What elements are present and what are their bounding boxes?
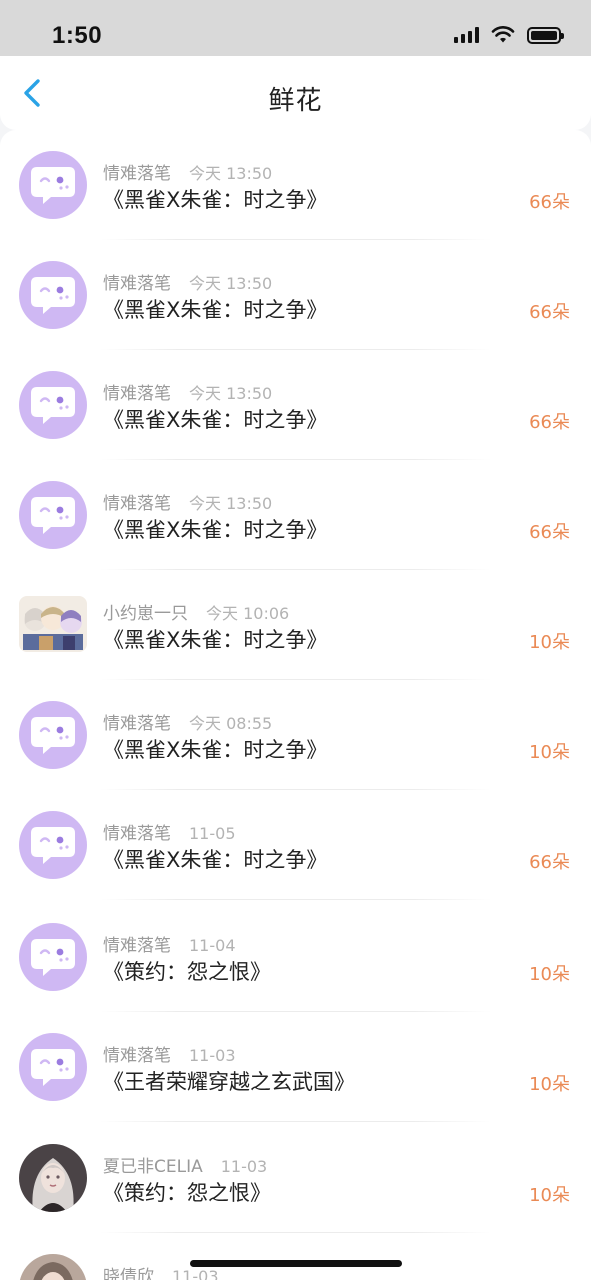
list-item[interactable]: 情难落笔 11-03 《王者荣耀穿越之玄武国》 10朵: [0, 1012, 591, 1122]
flower-count: 10朵: [529, 632, 570, 653]
book-title: 《黑雀Ⅹ朱雀：时之争》: [103, 188, 328, 212]
book-title: 《策约：怨之恨》: [103, 960, 271, 984]
send-time: 11-05: [189, 824, 236, 843]
default-chat-avatar-icon: [19, 151, 87, 219]
flower-count: 66朵: [529, 412, 570, 433]
book-title: 《黑雀Ⅹ朱雀：时之争》: [103, 298, 328, 322]
portrait-avatar-icon: [19, 1254, 87, 1280]
flower-gift-list[interactable]: 情难落笔 今天 13:50 《黑雀Ⅹ朱雀：时之争》 66朵 情难落笔 今天 13:5…: [0, 130, 591, 1280]
default-chat-avatar-icon: [19, 371, 87, 439]
flower-count: 66朵: [529, 522, 570, 543]
flower-count: 10朵: [529, 964, 570, 985]
send-time: 今天 13:50: [189, 384, 273, 403]
list-item[interactable]: 小约崽一只 今天 10:06 《黑雀Ⅹ朱雀：时之争》 10朵: [0, 570, 591, 680]
book-title: 《黑雀Ⅹ朱雀：时之争》: [103, 848, 328, 872]
default-chat-avatar-icon: [19, 1033, 87, 1101]
home-indicator[interactable]: [190, 1260, 402, 1267]
divider: [100, 1121, 491, 1122]
send-time: 今天 13:50: [189, 164, 273, 183]
girl-portrait-avatar-icon: [19, 1144, 87, 1212]
sender-name: 情难落笔 11-04: [103, 936, 236, 956]
status-icons: [454, 26, 564, 44]
book-title: 《策约：怨之恨》: [103, 1181, 271, 1205]
list-item[interactable]: 情难落笔 11-05 《黑雀Ⅹ朱雀：时之争》 66朵: [0, 790, 591, 900]
default-chat-avatar-icon: [19, 923, 87, 991]
send-time: 11-03: [220, 1157, 268, 1176]
list-item[interactable]: 情难落笔 今天 13:50 《黑雀Ⅹ朱雀：时之争》 66朵: [0, 460, 591, 570]
book-title: 《黑雀Ⅹ朱雀：时之争》: [103, 408, 328, 432]
list-item[interactable]: 情难落笔 今天 08:55 《黑雀Ⅹ朱雀：时之争》 10朵: [0, 680, 591, 790]
anime-group-avatar-icon: [19, 596, 87, 652]
list-item[interactable]: 情难落笔 今天 13:50 《黑雀Ⅹ朱雀：时之争》 66朵: [0, 240, 591, 350]
page-title: 鲜花: [268, 86, 323, 116]
send-time: 今天 08:55: [189, 714, 273, 733]
sender-name: 情难落笔 今天 13:50: [103, 384, 273, 404]
list-item[interactable]: 晓倩欣 11-03: [0, 1233, 591, 1280]
sender-name: 情难落笔 今天 13:50: [103, 274, 273, 294]
send-time: 11-03: [189, 1046, 236, 1065]
list-item[interactable]: 情难落笔 11-04 《策约：怨之恨》 10朵: [0, 902, 591, 1012]
default-chat-avatar-icon: [19, 811, 87, 879]
send-time: 11-03: [172, 1267, 219, 1280]
divider: [100, 899, 491, 900]
sender-name: 小约崽一只 今天 10:06: [103, 604, 290, 624]
send-time: 今天 13:50: [189, 494, 273, 513]
default-chat-avatar-icon: [19, 261, 87, 329]
wifi-icon: [491, 26, 515, 43]
list-item[interactable]: 情难落笔 今天 13:50 《黑雀Ⅹ朱雀：时之争》 66朵: [0, 350, 591, 460]
send-time: 今天 13:50: [189, 274, 273, 293]
send-time: 今天 10:06: [206, 604, 290, 623]
sender-name: 夏已非CELIA 11-03: [103, 1157, 268, 1177]
status-time: 1:50: [52, 22, 103, 49]
list-item[interactable]: 夏已非CELIA 11-03 《策约：怨之恨》 10朵: [0, 1123, 591, 1233]
flower-count: 10朵: [529, 1185, 570, 1206]
send-time: 11-04: [189, 936, 236, 955]
sender-name: 情难落笔 今天 13:50: [103, 164, 273, 184]
flower-count: 66朵: [529, 192, 570, 213]
flower-count: 10朵: [529, 1074, 570, 1095]
sender-name: 情难落笔 今天 08:55: [103, 714, 273, 734]
status-bar: 1:50: [0, 0, 591, 56]
book-title: 《黑雀Ⅹ朱雀：时之争》: [103, 738, 328, 762]
list-item[interactable]: 情难落笔 今天 13:50 《黑雀Ⅹ朱雀：时之争》 66朵: [0, 130, 591, 240]
sender-name: 情难落笔 11-05: [103, 824, 236, 844]
flower-count: 66朵: [529, 852, 570, 873]
book-title: 《黑雀Ⅹ朱雀：时之争》: [103, 518, 328, 542]
book-title: 《王者荣耀穿越之玄武国》: [103, 1070, 355, 1094]
flower-count: 10朵: [529, 742, 570, 763]
default-chat-avatar-icon: [19, 701, 87, 769]
default-chat-avatar-icon: [19, 481, 87, 549]
battery-icon: [527, 26, 564, 44]
sender-name: 情难落笔 今天 13:50: [103, 494, 273, 514]
flower-count: 66朵: [529, 302, 570, 323]
sender-name: 情难落笔 11-03: [103, 1046, 236, 1066]
cellular-signal-icon: [454, 27, 479, 43]
book-title: 《黑雀Ⅹ朱雀：时之争》: [103, 628, 328, 652]
nav-bar: 鲜花: [0, 56, 591, 130]
